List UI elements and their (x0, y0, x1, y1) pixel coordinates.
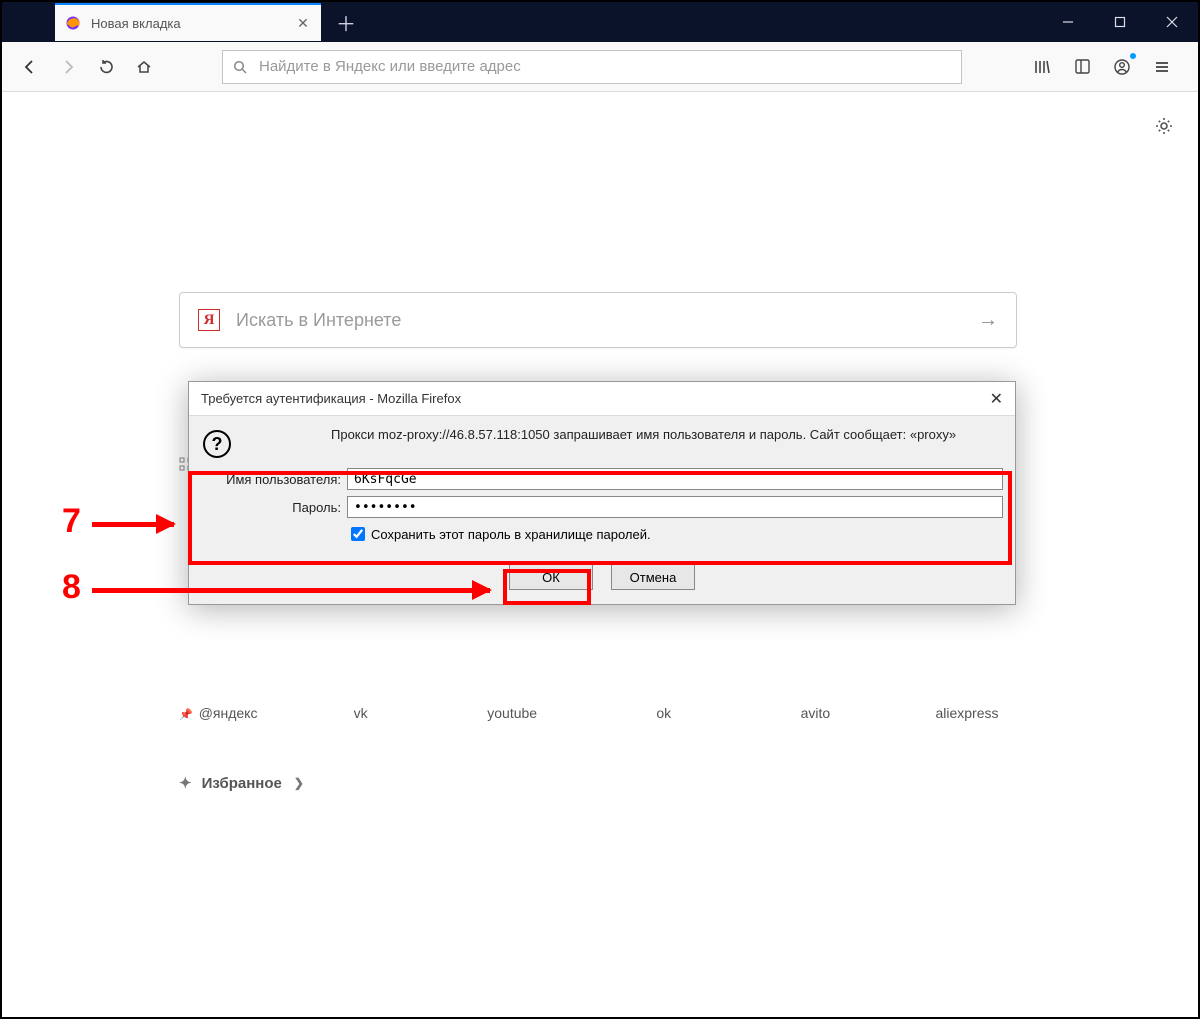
pin-icon: 📌 (179, 709, 193, 721)
forward-button[interactable] (52, 51, 84, 83)
top-site-vk[interactable]: vk (311, 705, 411, 721)
annotation-number-7: 7 (62, 502, 81, 541)
ok-button[interactable]: ОК (509, 564, 593, 590)
username-label: Имя пользователя: (201, 472, 341, 487)
web-search-box[interactable]: Я → (179, 292, 1017, 348)
window-controls (1042, 2, 1198, 42)
save-password-checkbox[interactable] (351, 527, 365, 541)
password-label: Пароль: (201, 500, 341, 515)
notification-dot-icon (1130, 53, 1136, 59)
sparkle-icon: ✦ (179, 774, 192, 792)
annotation-number-8: 8 (62, 568, 81, 607)
top-sites-row: 📌@яндекс vk youtube ok avito aliexpress (179, 705, 1017, 721)
dialog-titlebar[interactable]: Требуется аутентификация - Mozilla Firef… (189, 382, 1015, 416)
window-maximize-button[interactable] (1094, 2, 1146, 42)
dialog-message: Прокси moz-proxy://46.8.57.118:1050 запр… (331, 426, 956, 445)
gear-icon[interactable] (1154, 116, 1174, 136)
nav-toolbar (2, 42, 1198, 92)
firefox-favicon-icon (65, 15, 81, 31)
save-password-label: Сохранить этот пароль в хранилище пароле… (371, 527, 651, 542)
back-button[interactable] (14, 51, 46, 83)
reload-button[interactable] (90, 51, 122, 83)
top-site-yandex[interactable]: 📌@яндекс (179, 705, 259, 721)
password-input[interactable] (347, 496, 1003, 518)
annotation-arrow-8 (92, 588, 490, 593)
web-search-input[interactable] (234, 309, 978, 332)
tab-title: Новая вкладка (91, 16, 295, 31)
auth-dialog: Требуется аутентификация - Mozilla Firef… (188, 381, 1016, 605)
yandex-logo-icon: Я (198, 309, 220, 331)
top-site-avito[interactable]: avito (765, 705, 865, 721)
titlebar: Новая вкладка ✕ ＋ (2, 2, 1198, 42)
annotation-arrow-7 (92, 522, 174, 527)
favorites-header[interactable]: ✦ Избранное ❯ (179, 774, 304, 792)
library-button[interactable] (1026, 51, 1058, 83)
menu-button[interactable] (1146, 51, 1178, 83)
url-input[interactable] (257, 57, 951, 76)
chevron-right-icon: ❯ (294, 776, 304, 790)
username-input[interactable] (347, 468, 1003, 490)
tab-close-icon[interactable]: ✕ (295, 15, 311, 32)
dialog-title: Требуется аутентификация - Mozilla Firef… (201, 391, 461, 406)
new-tab-button[interactable]: ＋ (332, 8, 360, 36)
top-site-ok[interactable]: ok (614, 705, 714, 721)
home-button[interactable] (128, 51, 160, 83)
sidebar-button[interactable] (1066, 51, 1098, 83)
window-close-button[interactable] (1146, 2, 1198, 42)
account-button[interactable] (1106, 51, 1138, 83)
dialog-close-icon[interactable]: ✕ (990, 389, 1003, 409)
top-site-aliexpress[interactable]: aliexpress (917, 705, 1017, 721)
active-tab[interactable]: Новая вкладка ✕ (55, 3, 321, 41)
favorites-label: Избранное (202, 775, 282, 792)
browser-window: Новая вкладка ✕ ＋ Я (0, 0, 1200, 1019)
top-site-youtube[interactable]: youtube (462, 705, 562, 721)
url-bar[interactable] (222, 50, 962, 84)
search-icon (233, 60, 247, 74)
window-minimize-button[interactable] (1042, 2, 1094, 42)
arrow-right-icon[interactable]: → (978, 309, 998, 332)
question-icon: ? (203, 430, 231, 458)
newtab-content: Я → 📌@яндекс vk youtube ok avito aliexpr… (2, 92, 1198, 1017)
cancel-button[interactable]: Отмена (611, 564, 695, 590)
